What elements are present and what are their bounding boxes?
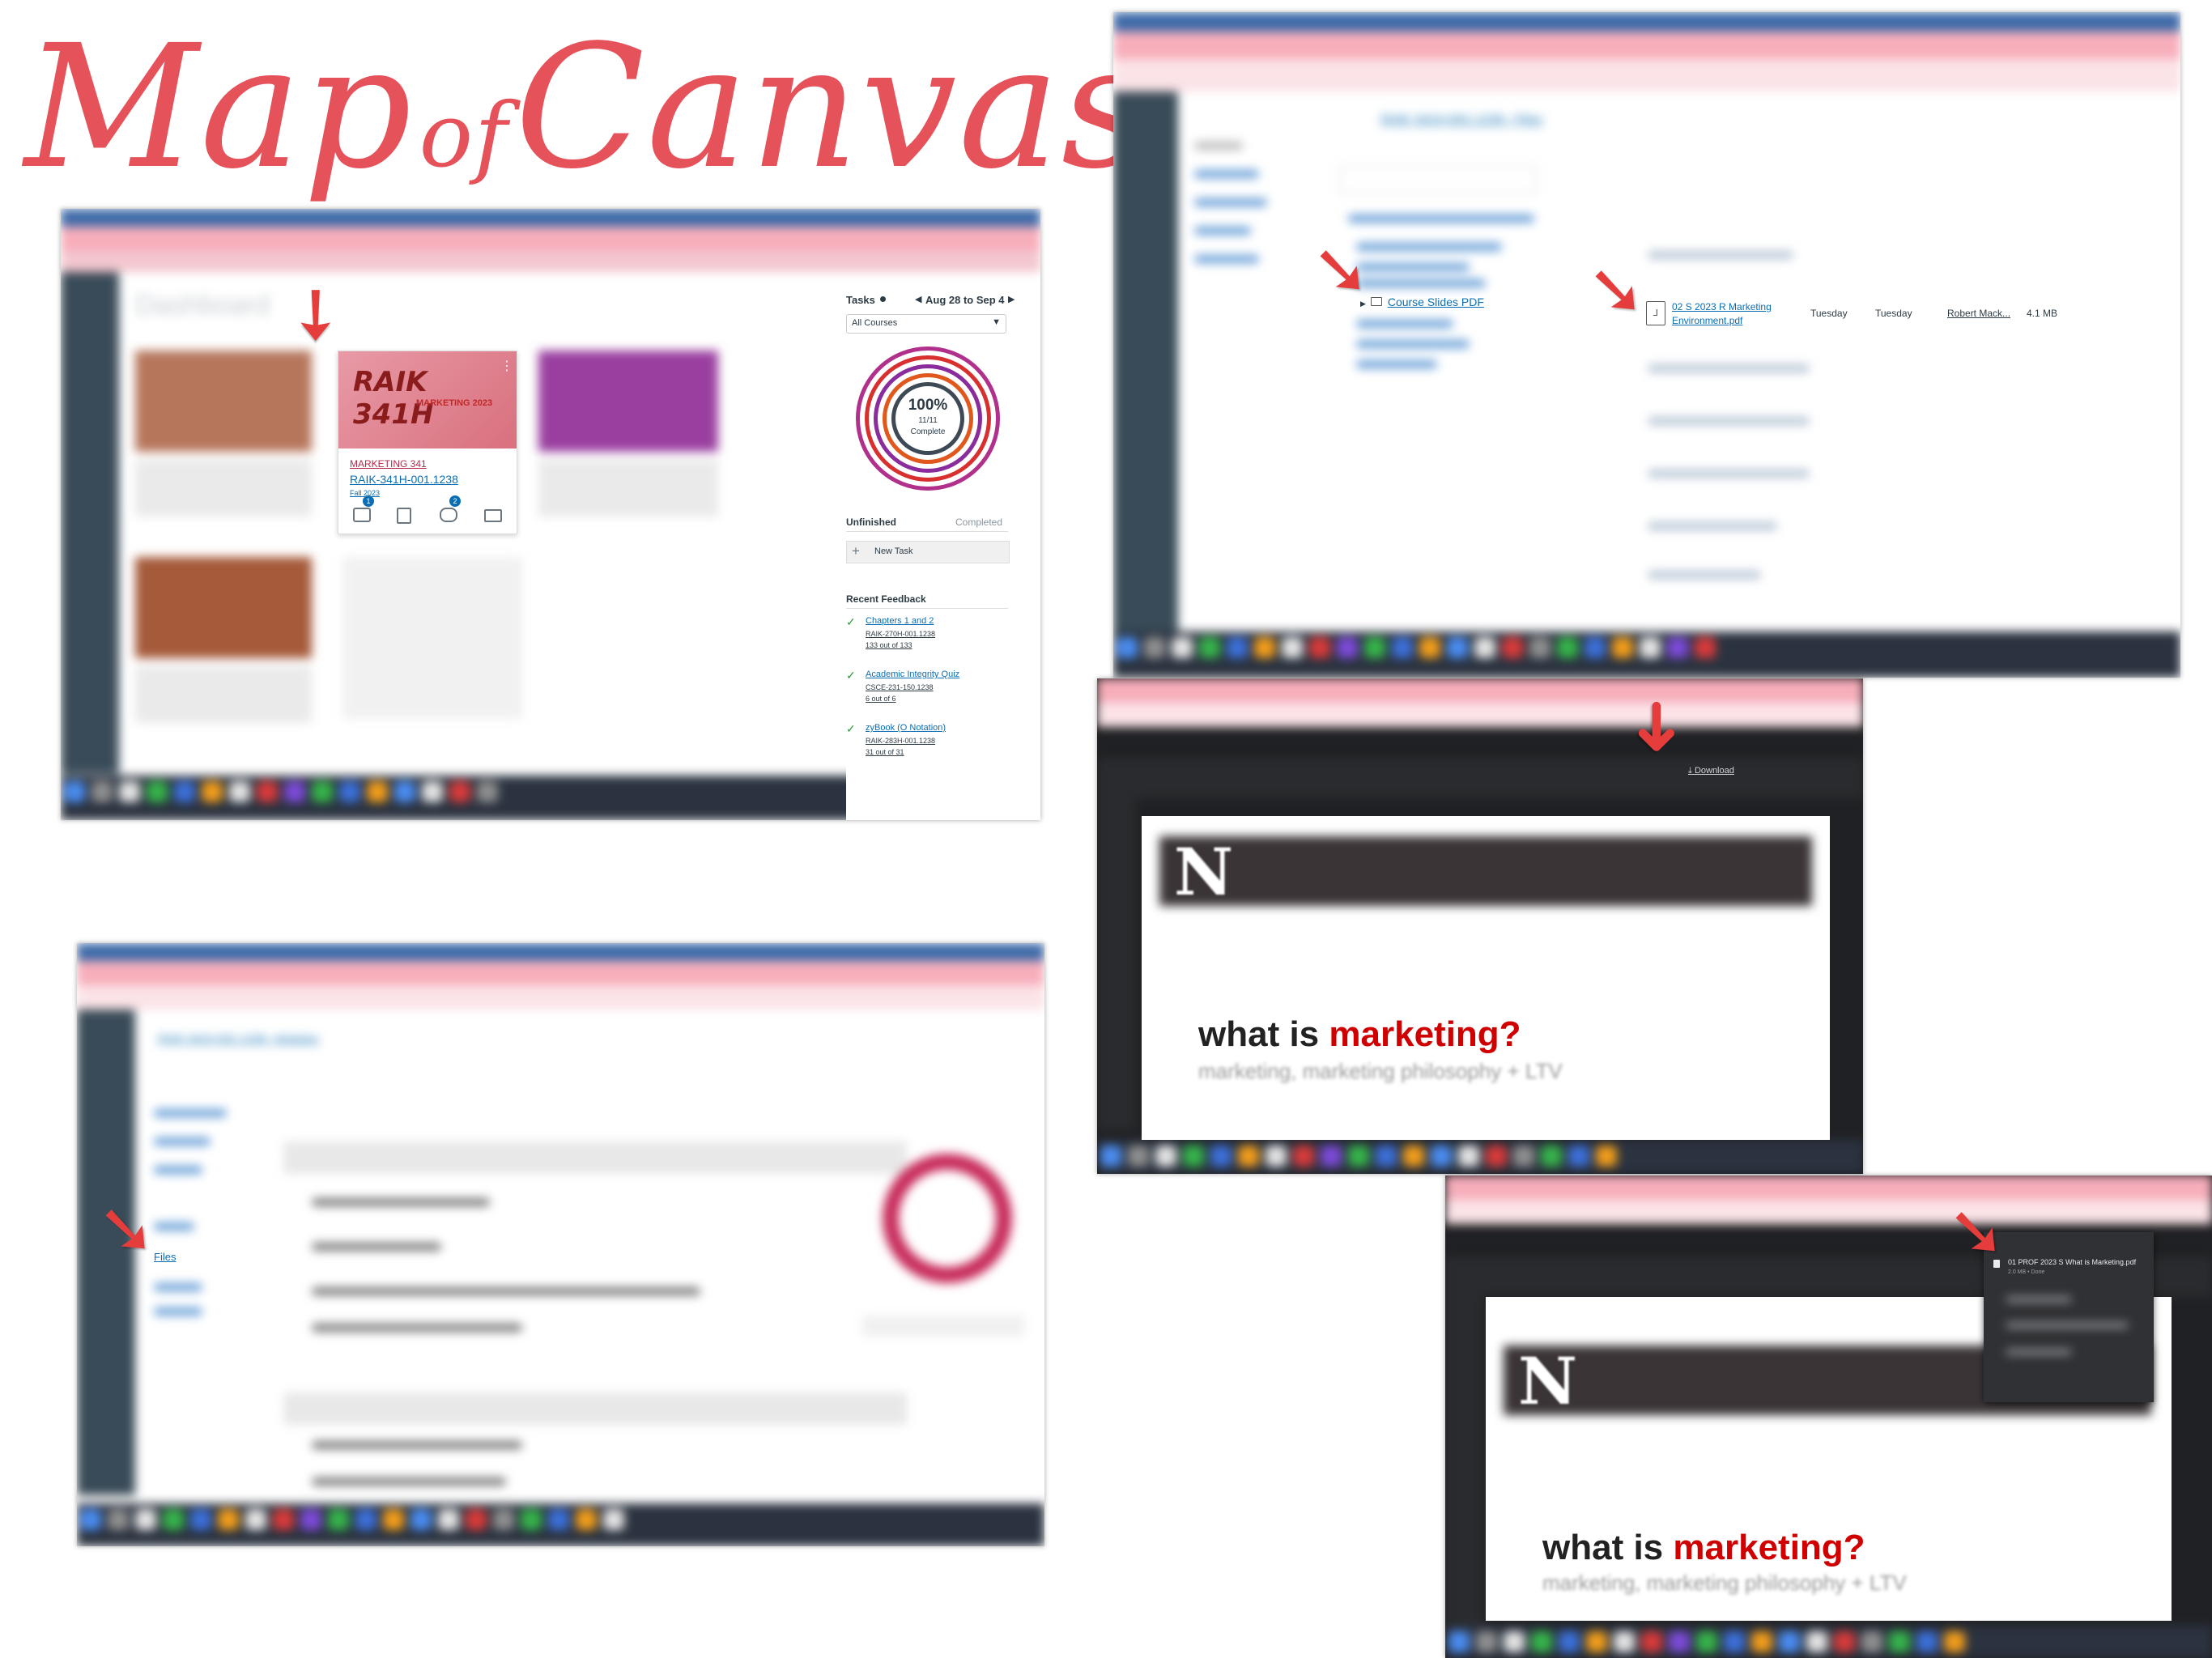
file-modified-by[interactable]: Robert Mack... xyxy=(1947,308,2010,319)
slide-subtitle: marketing, marketing philosophy + LTV xyxy=(1198,1059,1563,1083)
new-task-button[interactable]: + New Task xyxy=(846,541,1010,563)
recent-feedback-header: Recent Feedback xyxy=(846,593,926,605)
feedback-item[interactable]: ✓ Chapters 1 and 2 RAIK-270H-001.1238 13… xyxy=(846,615,1008,664)
modules-screenshot: RAIK 341H-001.1238 › Modules Files xyxy=(77,943,1044,1546)
title-word-of: of xyxy=(419,83,509,187)
feedback-course: RAIK-283H-001.1238 xyxy=(866,737,936,745)
checkmark-icon: ✓ xyxy=(846,669,856,682)
downloads-popover: 01 PROF 2023 S What is Marketing.pdf 2.0… xyxy=(1984,1232,2154,1402)
download-label[interactable]: Download xyxy=(1695,766,1734,776)
checkmark-icon: ✓ xyxy=(846,615,856,628)
feedback-title[interactable]: Chapters 1 and 2 xyxy=(866,616,934,626)
discussions-icon[interactable] xyxy=(440,508,457,522)
plus-icon: + xyxy=(852,543,860,559)
badge-announcements: 1 xyxy=(363,495,374,507)
chevron-down-icon: ▼ xyxy=(992,317,1001,327)
file-size: 4.1 MB xyxy=(2027,308,2058,319)
course-card-code[interactable]: RAIK-341H-001.1238 xyxy=(350,473,458,486)
feedback-course: CSCE-231-150.1238 xyxy=(866,683,934,691)
next-week-icon[interactable]: ▶ xyxy=(1008,294,1015,304)
files-screenshot: RAIK 341H-001.1238 › Files ▶ Course Slid… xyxy=(1113,12,2180,678)
feedback-score: 6 out of 6 xyxy=(866,695,896,703)
slide-header-bar xyxy=(1159,836,1812,906)
feedback-score: 133 out of 133 xyxy=(866,641,912,649)
tasks-date-range: Aug 28 to Sep 4 xyxy=(925,294,1005,306)
downloads-screenshot: N what is marketing? marketing, marketin… xyxy=(1445,1175,2212,1658)
folder-course-slides-pdf[interactable]: ▶ Course Slides PDF xyxy=(1360,295,1484,310)
slide-title: what is marketing? xyxy=(1198,1014,1521,1055)
new-task-label: New Task xyxy=(874,546,913,556)
feedback-item[interactable]: ✓ Academic Integrity Quiz CSCE-231-150.1… xyxy=(846,669,1008,717)
file-name-line2[interactable]: Environment.pdf xyxy=(1672,315,1742,326)
arrow-to-folder: ➘ xyxy=(1312,229,1371,310)
folder-icon xyxy=(1371,297,1383,306)
course-card-menu-icon[interactable]: ⋮ xyxy=(500,358,513,374)
slide-title: what is marketing? xyxy=(1542,1528,1865,1568)
course-filter-value: All Courses xyxy=(852,318,898,328)
slide-title-black: what is xyxy=(1198,1014,1320,1054)
pdf-viewer-screenshot: ⤓ Download N what is marketing? marketin… xyxy=(1097,678,1863,1174)
course-card-name[interactable]: MARKETING 341 xyxy=(350,458,427,470)
tasks-gear-icon[interactable] xyxy=(880,296,886,302)
dashboard-screenshot: Dashboard RAIK 341H MARKETING 2023 ⋮ MAR… xyxy=(61,209,1040,820)
course-card-banner-subtitle: MARKETING 2023 xyxy=(416,398,493,408)
feedback-title[interactable]: Academic Integrity Quiz xyxy=(866,670,959,679)
progress-fraction: 11/11 xyxy=(918,416,938,425)
folder-label[interactable]: Course Slides PDF xyxy=(1388,295,1484,308)
download-item-name[interactable]: 01 PROF 2023 S What is Marketing.pdf xyxy=(2008,1258,2136,1266)
page-title: Map of Canvas xyxy=(24,8,1151,206)
pdf-slide: N what is marketing? marketing, marketin… xyxy=(1142,816,1830,1140)
file-row[interactable]: ⅃ 02 S 2023 R Marketing Environment.pdf … xyxy=(1646,300,2164,340)
nebraska-n-logo: N xyxy=(1174,834,1234,910)
tab-unfinished[interactable]: Unfinished xyxy=(846,517,896,528)
progress-percent: 100% xyxy=(908,397,948,414)
badge-discussions: 2 xyxy=(449,495,461,507)
course-card-raik341h[interactable]: RAIK 341H MARKETING 2023 ⋮ MARKETING 341… xyxy=(338,351,517,534)
prev-week-icon[interactable]: ◀ xyxy=(915,294,921,304)
file-name-line1[interactable]: 02 S 2023 R Marketing xyxy=(1672,301,1772,312)
pdf-file-icon: ⅃ xyxy=(1646,301,1665,325)
title-word-canvas: Canvas xyxy=(514,8,1151,206)
file-created: Tuesday xyxy=(1810,308,1848,319)
feedback-score: 31 out of 31 xyxy=(866,748,904,756)
title-word-map: Map xyxy=(24,8,414,206)
feedback-item[interactable]: ✓ zyBook (O Notation) RAIK-283H-001.1238… xyxy=(846,722,1008,771)
slide-title-red: marketing? xyxy=(1673,1528,1865,1567)
sidebar-item-files[interactable]: Files xyxy=(154,1251,176,1263)
tasks-header: Tasks xyxy=(846,294,875,306)
progress-complete-label: Complete xyxy=(910,427,946,436)
course-filter-select[interactable]: All Courses ▼ xyxy=(846,314,1006,334)
slide-subtitle: marketing, marketing philosophy + LTV xyxy=(1542,1571,1907,1595)
slide-title-black: what is xyxy=(1542,1528,1664,1567)
feedback-course: RAIK-270H-001.1238 xyxy=(866,630,936,638)
feedback-title[interactable]: zyBook (O Notation) xyxy=(866,723,946,733)
nebraska-n-logo: N xyxy=(1518,1343,1578,1419)
arrow-to-download-item: ➘ xyxy=(1947,1191,2006,1272)
progress-ring: 100% 11/11 Complete xyxy=(856,346,1000,491)
course-card-banner[interactable]: RAIK 341H MARKETING 2023 ⋮ xyxy=(338,351,517,449)
tab-completed[interactable]: Completed xyxy=(955,517,1002,528)
announcements-icon[interactable] xyxy=(353,508,371,522)
assignments-icon[interactable] xyxy=(397,508,411,524)
arrow-to-download: ➜ xyxy=(1618,697,1699,757)
download-icon: ⤓ xyxy=(1688,766,1692,776)
files-folder-icon[interactable] xyxy=(484,509,502,522)
download-item[interactable]: 01 PROF 2023 S What is Marketing.pdf 2.0… xyxy=(1984,1256,2154,1284)
download-link[interactable]: ⤓ Download xyxy=(1688,766,1734,776)
tasks-sidebar: Tasks ◀ Aug 28 to Sep 4 ▶ All Courses ▼ … xyxy=(846,294,1040,820)
checkmark-icon: ✓ xyxy=(846,722,856,735)
slide-title-red: marketing? xyxy=(1329,1014,1521,1054)
arrow-to-file: ➘ xyxy=(1587,249,1646,330)
arrow-to-files-nav: ➘ xyxy=(97,1188,156,1269)
download-item-status: 2.0 MB • Done xyxy=(2008,1269,2045,1275)
file-modified: Tuesday xyxy=(1875,308,1912,319)
